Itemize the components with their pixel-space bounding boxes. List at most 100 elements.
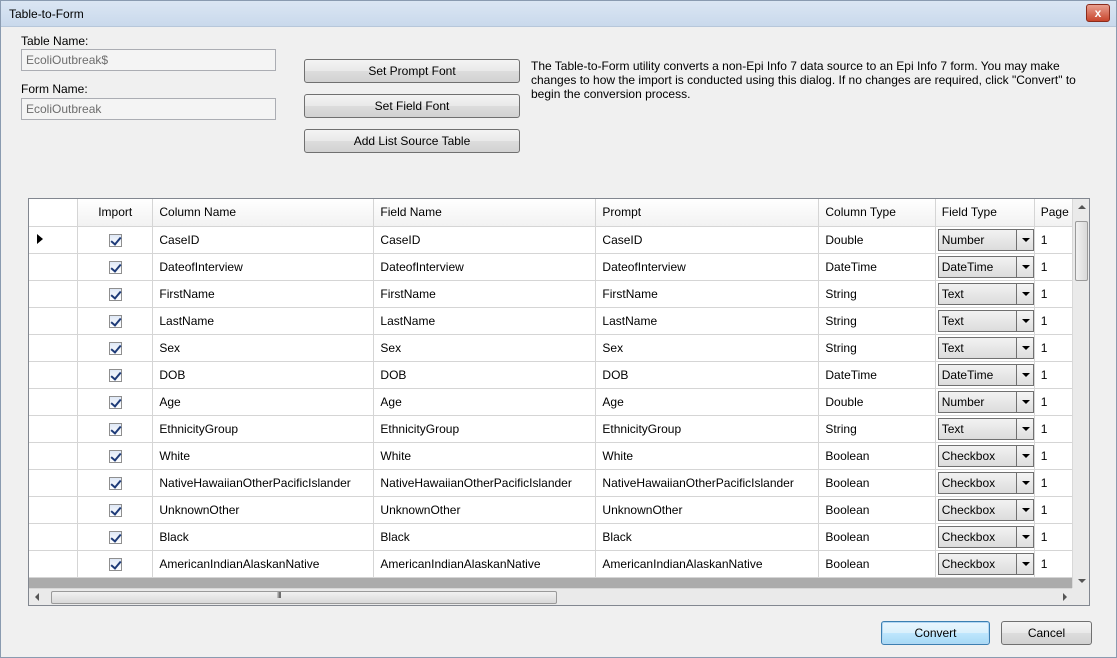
field-type-cell[interactable]: Text [935,415,1035,443]
chevron-down-icon[interactable] [1015,337,1033,358]
row-header[interactable] [29,442,79,470]
column-name-cell[interactable]: UnknownOther [152,496,375,524]
field-name-cell[interactable]: CaseID [373,226,597,254]
column-name-cell[interactable]: FirstName [152,280,375,308]
prompt-cell[interactable]: CaseID [595,226,820,254]
field-type-dropdown[interactable]: Checkbox [937,498,1034,521]
field-type-dropdown[interactable]: Text [937,309,1034,332]
row-header[interactable] [29,307,79,335]
add-list-source-table-button[interactable]: Add List Source Table [304,129,520,153]
table-row[interactable]: Black Black Black Boolean Checkbox 1 [29,523,1089,551]
table-row[interactable]: DateofInterview DateofInterview DateofInte… [29,253,1089,281]
prompt-cell[interactable]: FirstName [595,280,820,308]
column-name-cell[interactable]: DateofInterview [152,253,375,281]
prompt-cell[interactable]: White [595,442,820,470]
vertical-scrollbar[interactable] [1072,199,1089,589]
import-checkbox[interactable] [108,530,122,544]
header-prompt[interactable]: Prompt [595,199,820,227]
column-name-cell[interactable]: AmericanIndianAlaskanNative [152,550,375,578]
prompt-cell[interactable]: LastName [595,307,820,335]
chevron-down-icon[interactable] [1015,445,1033,466]
table-row[interactable]: DOB DOB DOB DateTime DateTime 1 [29,361,1089,389]
field-type-cell[interactable]: Text [935,334,1035,362]
chevron-down-icon[interactable] [1015,418,1033,439]
prompt-cell[interactable]: Black [595,523,820,551]
field-type-dropdown[interactable]: DateTime [937,255,1034,278]
import-checkbox[interactable] [108,422,122,436]
import-checkbox[interactable] [108,368,122,382]
chevron-down-icon[interactable] [1015,229,1033,250]
horizontal-scroll-thumb[interactable] [51,591,557,604]
close-button[interactable]: x [1086,4,1110,22]
field-type-dropdown[interactable]: Checkbox [937,552,1034,575]
field-type-cell[interactable]: Checkbox [935,442,1035,470]
field-type-dropdown[interactable]: Number [937,390,1034,413]
row-header[interactable] [29,496,79,524]
header-field-type[interactable]: Field Type [935,199,1035,227]
field-type-cell[interactable]: Checkbox [935,496,1035,524]
import-cell[interactable] [77,469,154,497]
field-type-dropdown[interactable]: Text [937,282,1034,305]
import-checkbox[interactable] [108,314,122,328]
scroll-down-icon[interactable] [1078,579,1086,583]
import-cell[interactable] [77,442,154,470]
form-name-field[interactable]: EcoliOutbreak [21,98,276,120]
column-name-cell[interactable]: Age [152,388,375,416]
chevron-down-icon[interactable] [1015,283,1033,304]
scroll-up-icon[interactable] [1078,205,1086,209]
header-field-name[interactable]: Field Name [373,199,597,227]
field-name-cell[interactable]: DOB [373,361,597,389]
field-name-cell[interactable]: DateofInterview [373,253,597,281]
field-type-dropdown[interactable]: DateTime [937,363,1034,386]
field-type-dropdown[interactable]: Checkbox [937,525,1034,548]
field-name-cell[interactable]: AmericanIndianAlaskanNative [373,550,597,578]
import-checkbox[interactable] [108,287,122,301]
chevron-down-icon[interactable] [1015,310,1033,331]
prompt-cell[interactable]: EthnicityGroup [595,415,820,443]
table-row[interactable]: NativeHawaiianOtherPacificIslander Native… [29,469,1089,497]
row-header[interactable] [29,280,79,308]
table-row[interactable]: Sex Sex Sex String Text 1 [29,334,1089,362]
prompt-cell[interactable]: DOB [595,361,820,389]
field-type-cell[interactable]: DateTime [935,253,1035,281]
row-header[interactable] [29,253,79,281]
field-type-cell[interactable]: Text [935,307,1035,335]
import-cell[interactable] [77,361,154,389]
row-header[interactable] [29,226,79,254]
table-name-field[interactable]: EcoliOutbreak$ [21,49,276,71]
scroll-right-icon[interactable] [1063,593,1067,601]
import-cell[interactable] [77,253,154,281]
import-checkbox[interactable] [108,476,122,490]
import-checkbox[interactable] [108,341,122,355]
prompt-cell[interactable]: UnknownOther [595,496,820,524]
field-type-cell[interactable]: Number [935,388,1035,416]
table-row[interactable]: White White White Boolean Checkbox 1 [29,442,1089,470]
prompt-cell[interactable]: AmericanIndianAlaskanNative [595,550,820,578]
column-name-cell[interactable]: CaseID [152,226,375,254]
table-row[interactable]: AmericanIndianAlaskanNative AmericanIndia… [29,550,1089,578]
row-header[interactable] [29,388,79,416]
row-header[interactable] [29,550,79,578]
column-name-cell[interactable]: NativeHawaiianOtherPacificIslander [152,469,375,497]
field-type-dropdown[interactable]: Checkbox [937,471,1034,494]
table-row[interactable]: Age Age Age Double Number 1 [29,388,1089,416]
field-name-cell[interactable]: LastName [373,307,597,335]
field-name-cell[interactable]: FirstName [373,280,597,308]
row-header[interactable] [29,469,79,497]
row-header[interactable] [29,415,79,443]
import-checkbox[interactable] [108,260,122,274]
import-checkbox[interactable] [108,557,122,571]
scroll-left-icon[interactable] [35,593,39,601]
field-type-cell[interactable]: Checkbox [935,523,1035,551]
import-cell[interactable] [77,307,154,335]
table-row[interactable]: EthnicityGroup EthnicityGroup EthnicityGro… [29,415,1089,443]
field-type-dropdown[interactable]: Text [937,417,1034,440]
prompt-cell[interactable]: Sex [595,334,820,362]
field-name-cell[interactable]: UnknownOther [373,496,597,524]
import-checkbox[interactable] [108,503,122,517]
chevron-down-icon[interactable] [1015,553,1033,574]
row-header[interactable] [29,523,79,551]
set-prompt-font-button[interactable]: Set Prompt Font [304,59,520,83]
import-cell[interactable] [77,415,154,443]
table-row[interactable]: LastName LastName LastName String Text 1 [29,307,1089,335]
